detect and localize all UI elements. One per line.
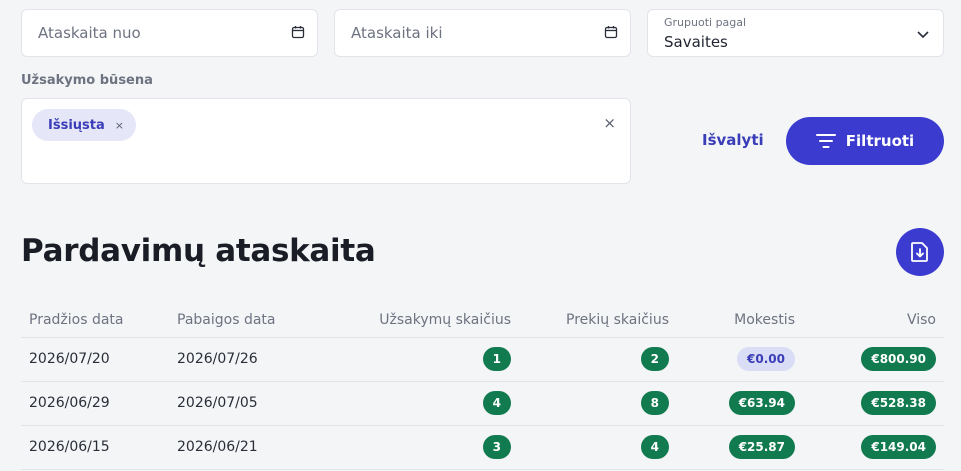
items-count-badge: 8 [640, 391, 669, 415]
start-date-cell: 2026/06/15 [21, 425, 169, 470]
table-row: 2026/06/15 2026/06/21 3 4 €25.87 €149.04 [21, 425, 944, 470]
total-badge: €149.04 [861, 435, 936, 459]
date-to-field[interactable]: Ataskaita iki [334, 9, 631, 57]
status-chip-label: Išsiųsta [48, 117, 105, 133]
column-header[interactable]: Pradžios data [21, 303, 169, 338]
table-header-row: Pradžios data Pabaigos data Užsakymų ska… [21, 303, 944, 338]
filter-button-label: Filtruoti [845, 132, 915, 150]
orders-count-badge: 1 [482, 347, 511, 371]
order-status-label: Užsakymo būsena [21, 73, 153, 88]
clear-selection-icon[interactable]: × [603, 114, 616, 132]
column-header[interactable]: Mokestis [677, 303, 803, 338]
download-button[interactable] [896, 228, 944, 276]
fee-badge: €0.00 [737, 347, 795, 371]
column-header[interactable]: Užsakymų skaičius [329, 303, 519, 338]
sales-report-table: Pradžios data Pabaigos data Užsakymų ska… [21, 303, 944, 470]
date-from-placeholder: Ataskaita nuo [38, 24, 141, 42]
table-row: 2026/06/29 2026/07/05 4 8 €63.94 €528.38 [21, 381, 944, 426]
end-date-cell: 2026/06/21 [169, 425, 329, 470]
end-date-cell: 2026/07/26 [169, 337, 329, 382]
fee-badge: €25.87 [728, 435, 795, 459]
calendar-icon[interactable] [604, 25, 618, 39]
start-date-cell: 2026/06/29 [21, 381, 169, 426]
orders-count-badge: 4 [482, 391, 511, 415]
download-icon [911, 242, 928, 262]
column-header[interactable]: Prekių skaičius [519, 303, 677, 338]
order-status-multiselect[interactable]: Išsiųsta × × [21, 98, 631, 184]
date-to-placeholder: Ataskaita iki [351, 24, 443, 42]
items-count-badge: 4 [640, 435, 669, 459]
chip-remove-icon[interactable]: × [115, 119, 124, 132]
clear-filters-button[interactable]: Išvalyti [702, 131, 764, 149]
group-by-label: Grupuoti pagal [664, 16, 747, 29]
filter-icon [815, 134, 836, 148]
page-title: Pardavimų ataskaita [21, 233, 376, 269]
column-header[interactable]: Pabaigos data [169, 303, 329, 338]
column-header[interactable]: Viso [803, 303, 944, 338]
group-by-value: Savaites [664, 33, 728, 51]
filter-button[interactable]: Filtruoti [786, 117, 944, 165]
orders-count-badge: 3 [482, 435, 511, 459]
fee-badge: €63.94 [728, 391, 795, 415]
calendar-icon[interactable] [291, 25, 305, 39]
items-count-badge: 2 [640, 347, 669, 371]
status-chip: Išsiųsta × [32, 109, 136, 141]
total-badge: €528.38 [861, 391, 936, 415]
total-badge: €800.90 [861, 347, 936, 371]
table-row: 2026/07/20 2026/07/26 1 2 €0.00 €800.90 [21, 337, 944, 382]
chevron-down-icon [917, 31, 929, 39]
group-by-select[interactable]: Grupuoti pagal Savaites [647, 9, 944, 57]
end-date-cell: 2026/07/05 [169, 381, 329, 426]
date-from-field[interactable]: Ataskaita nuo [21, 9, 318, 57]
start-date-cell: 2026/07/20 [21, 337, 169, 382]
